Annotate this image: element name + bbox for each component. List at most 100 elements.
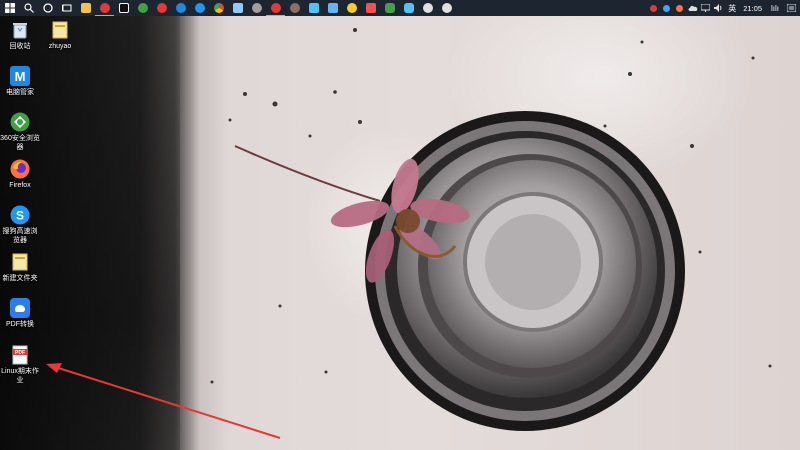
sogou-browser-icon xyxy=(194,3,205,13)
svg-text:PDF: PDF xyxy=(15,350,25,356)
desktop-wallpaper xyxy=(0,16,800,450)
desktop-icon-new-folder[interactable]: 新建文件夹 xyxy=(0,252,40,283)
taskbar-app-file-explorer[interactable] xyxy=(76,0,95,16)
red-circle-app-icon xyxy=(156,3,167,13)
action-center-button[interactable] xyxy=(782,0,800,16)
clock[interactable]: 21:05 xyxy=(739,4,768,13)
search-icon xyxy=(23,3,34,13)
task-view-button[interactable] xyxy=(57,0,76,16)
tray-blue-button[interactable] xyxy=(660,0,673,16)
tray-red-button[interactable] xyxy=(647,0,660,16)
wechat-icon xyxy=(384,3,395,13)
volume-icon xyxy=(714,4,722,12)
360-browser-icon xyxy=(137,3,148,13)
desktop-icon-firefox[interactable]: Firefox xyxy=(0,159,40,190)
360-security-icon xyxy=(422,3,433,13)
desktop-icon-pdf-convert[interactable]: PDF转换 xyxy=(0,298,40,329)
input-method-indicator[interactable]: 英 xyxy=(725,3,739,14)
image-viewer-icon xyxy=(327,3,338,13)
folder-icon xyxy=(50,20,70,40)
desktop-icon-label: PDF转换 xyxy=(6,321,34,328)
system-tray: 英 21:05 lılı xyxy=(647,0,800,16)
desktop-icon-label: 回收站 xyxy=(9,43,31,50)
pdf-file-icon: PDF xyxy=(10,345,30,365)
firefox-icon xyxy=(10,159,30,179)
taskbar-app-360-browser[interactable] xyxy=(133,0,152,16)
desktop-icon-label: 新建文件夹 xyxy=(2,275,38,282)
taskbar-app-edge[interactable] xyxy=(171,0,190,16)
taskbar-app-qq[interactable] xyxy=(437,0,456,16)
svg-text:S: S xyxy=(16,209,24,223)
desktop-icon-zhuyao[interactable]: zhuyao xyxy=(40,20,80,51)
desktop-icon-label: 360安全浏览器 xyxy=(0,135,40,151)
pdf-app-icon xyxy=(365,3,376,13)
taskbar-app-sogou[interactable] xyxy=(190,0,209,16)
desktop-icon-pc-manager[interactable]: M 电脑管家 xyxy=(0,66,40,97)
blue-tray-icon xyxy=(663,4,671,12)
360-browser-icon xyxy=(10,112,30,132)
onedrive-button[interactable] xyxy=(686,0,699,16)
desktop-icon-sogou-browser[interactable]: S 搜狗高速浏览器 xyxy=(0,205,40,245)
cortana-icon xyxy=(42,3,53,13)
svg-text:M: M xyxy=(15,69,26,84)
cortana-button[interactable] xyxy=(38,0,57,16)
network-button[interactable] xyxy=(699,0,712,16)
desktop-icon-label: 搜狗高速浏览器 xyxy=(2,228,38,244)
folder-icon xyxy=(10,252,30,272)
pc-manager-icon: M xyxy=(10,66,30,86)
red-app-icon xyxy=(99,2,110,13)
taskbar-app-screen[interactable] xyxy=(304,0,323,16)
taskbar-pinned-apps xyxy=(0,0,456,16)
sogou-browser-icon: S xyxy=(10,205,30,225)
wifi-signal-indicator[interactable]: lılı xyxy=(768,4,782,13)
user-avatar-icon xyxy=(289,3,300,13)
photos-icon xyxy=(232,3,243,13)
action-center-icon xyxy=(786,4,796,12)
emoji-app-icon xyxy=(346,3,357,13)
recycle-bin-icon xyxy=(10,20,30,40)
capcut-icon xyxy=(118,3,129,13)
taskbar-app-photos[interactable] xyxy=(228,0,247,16)
taskbar-app-steam[interactable] xyxy=(247,0,266,16)
pdf-convert-icon xyxy=(10,298,30,318)
orange-tray-icon xyxy=(676,4,684,12)
chrome-icon xyxy=(213,3,224,13)
taskbar-app-red[interactable] xyxy=(95,0,114,16)
taskbar-app-emoji[interactable] xyxy=(342,0,361,16)
onedrive-icon xyxy=(688,5,697,11)
start-button[interactable] xyxy=(0,0,19,16)
taskbar: 英 21:05 lılı xyxy=(0,0,800,16)
desktop-icon-recycle-bin[interactable]: 回收站 xyxy=(0,20,40,51)
task-view-icon xyxy=(61,4,71,12)
desktop-icon-linux-assignment[interactable]: PDF Linux期末作业 xyxy=(0,345,40,385)
taskbar-search-button[interactable] xyxy=(19,0,38,16)
file-explorer-icon xyxy=(80,3,91,13)
red-tray-icon xyxy=(650,4,658,12)
taskbar-app-wechat[interactable] xyxy=(380,0,399,16)
steam-icon xyxy=(251,3,262,13)
netease-music-icon xyxy=(270,2,281,13)
qq-icon xyxy=(441,3,452,13)
taskbar-app-image-viewer[interactable] xyxy=(323,0,342,16)
network-icon xyxy=(701,4,711,12)
screen-app-icon xyxy=(308,3,319,13)
desktop-icon-label: Firefox xyxy=(9,182,31,189)
sink-drain-photo xyxy=(210,28,772,431)
taskbar-app-user[interactable] xyxy=(285,0,304,16)
taskbar-app-chrome[interactable] xyxy=(209,0,228,16)
taskbar-app-red-circle[interactable] xyxy=(152,0,171,16)
taskbar-app-netease-music[interactable] xyxy=(266,0,285,16)
edge-browser-icon xyxy=(175,3,186,13)
taskbar-app-pdf[interactable] xyxy=(361,0,380,16)
desktop-icon-label: Linux期末作业 xyxy=(1,368,39,384)
taskbar-app-capcut[interactable] xyxy=(114,0,133,16)
tray-orange-button[interactable] xyxy=(673,0,686,16)
desktop-icon-label: zhuyao xyxy=(48,43,72,50)
taskbar-app-dingtalk[interactable] xyxy=(399,0,418,16)
desktop-icon-label: 电脑管家 xyxy=(6,89,34,96)
volume-button[interactable] xyxy=(712,0,725,16)
desktop-icon-360-browser[interactable]: 360安全浏览器 xyxy=(0,112,40,152)
taskbar-app-360-security[interactable] xyxy=(418,0,437,16)
dingtalk-icon xyxy=(403,3,414,13)
windows-start-icon xyxy=(4,3,15,13)
